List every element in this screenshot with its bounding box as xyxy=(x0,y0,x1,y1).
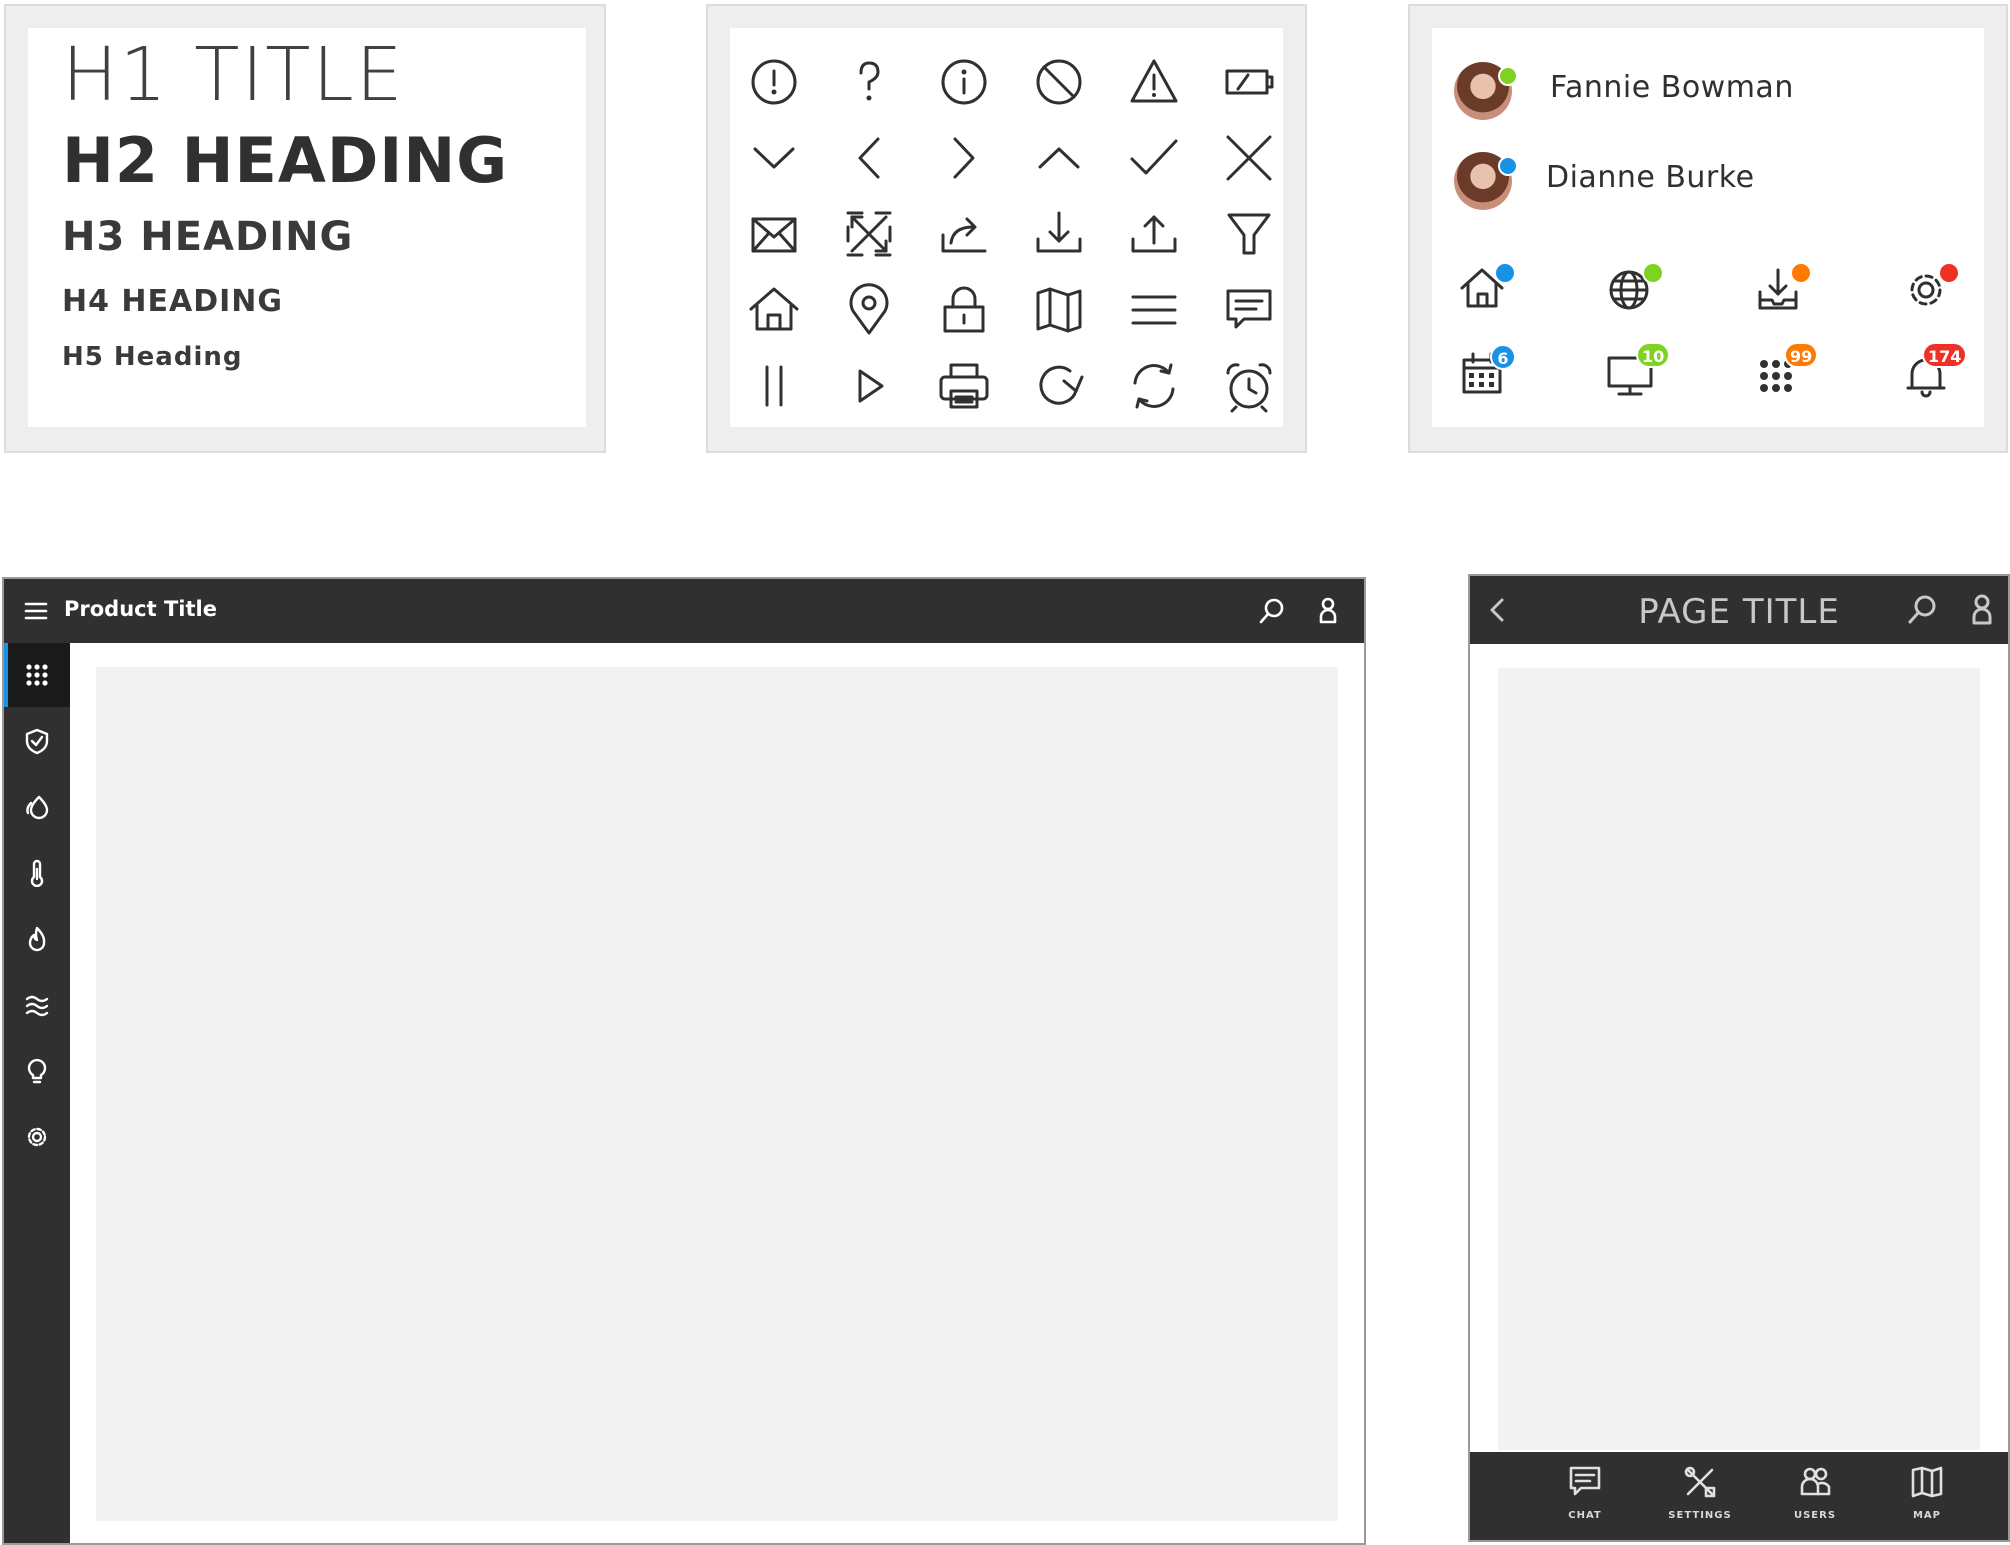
nav-label-map: MAP xyxy=(1912,1510,1942,1521)
pause-icon xyxy=(739,351,809,421)
nav-label-settings: SETTINGS xyxy=(1668,1510,1732,1521)
mobile-shell: PAGE TITLE CHAT SETTINGS USERS MAP xyxy=(1468,574,2010,1542)
status-dot xyxy=(1642,262,1664,284)
sidebar-item-settings[interactable] xyxy=(4,1105,70,1169)
users-icon xyxy=(1800,1467,1831,1496)
share-icon xyxy=(929,199,999,269)
typography-card: H1 TITLE H2 HEADING H3 HEADING H4 HEADIN… xyxy=(4,4,606,453)
user-icon[interactable] xyxy=(1310,593,1346,629)
play-icon xyxy=(834,351,904,421)
icon-grid-card-body xyxy=(730,28,1283,427)
h2-heading: H2 HEADING xyxy=(62,124,509,197)
refresh-icon xyxy=(1119,351,1189,421)
h5-heading: H5 Heading xyxy=(62,342,243,372)
hamburger-menu-icon[interactable] xyxy=(18,593,54,629)
h1-title: H1 TITLE xyxy=(62,32,405,118)
nav-label-chat: CHAT xyxy=(1568,1510,1602,1521)
warning-icon xyxy=(1119,47,1189,117)
location-pin-icon xyxy=(834,275,904,345)
home-icon xyxy=(739,275,809,345)
status-dot xyxy=(1790,262,1812,284)
notification-badge: 99 xyxy=(1784,342,1819,368)
alarm-clock-icon xyxy=(1214,351,1284,421)
filter-icon xyxy=(1214,199,1284,269)
redo-icon xyxy=(1024,351,1094,421)
menu-icon xyxy=(1119,275,1189,345)
product-title: Product Title xyxy=(64,597,217,621)
lock-icon xyxy=(929,275,999,345)
status-dot xyxy=(1494,262,1516,284)
sidebar-item-energy[interactable] xyxy=(4,775,70,839)
main-content-area xyxy=(96,667,1338,1521)
user-name: Fannie Bowman xyxy=(1550,70,1794,105)
nav-item-chat[interactable]: CHAT xyxy=(1530,1462,1640,1534)
settings-icon xyxy=(1684,1466,1716,1498)
map-icon xyxy=(1911,1466,1943,1498)
notification-badge: 174 xyxy=(1922,342,1968,368)
status-dot xyxy=(1938,262,1960,284)
alert-icon xyxy=(739,47,809,117)
map-icon xyxy=(1024,275,1094,345)
sidebar-item-fire[interactable] xyxy=(4,907,70,971)
h3-heading: H3 HEADING xyxy=(62,214,354,260)
chevron-up-icon xyxy=(1024,123,1094,193)
online-status-dot xyxy=(1498,66,1518,86)
close-icon xyxy=(1214,123,1284,193)
chat-icon xyxy=(1569,1466,1601,1496)
check-icon xyxy=(1119,123,1189,193)
sidebar-item-water[interactable] xyxy=(4,973,70,1037)
mobile-header: PAGE TITLE xyxy=(1470,576,2008,644)
chevron-down-icon xyxy=(739,123,809,193)
profile-badges-card: Fannie Bowman Dianne Burke 6 10 99 174 xyxy=(1408,4,2008,453)
info-icon xyxy=(929,47,999,117)
search-icon[interactable] xyxy=(1254,593,1290,629)
sidebar-item-lighting[interactable] xyxy=(4,1039,70,1103)
notification-badge: 10 xyxy=(1636,342,1671,368)
nav-label-users: USERS xyxy=(1793,1510,1837,1521)
sidebar xyxy=(4,643,70,1543)
user-name: Dianne Burke xyxy=(1546,160,1755,195)
away-status-dot xyxy=(1498,156,1518,176)
nav-item-map[interactable]: MAP xyxy=(1872,1462,1982,1534)
notification-badge: 6 xyxy=(1490,344,1516,370)
sidebar-item-apps[interactable] xyxy=(4,643,70,707)
mobile-bottom-nav: CHAT SETTINGS USERS MAP xyxy=(1470,1452,2008,1540)
upload-icon xyxy=(1119,199,1189,269)
download-icon xyxy=(1024,199,1094,269)
search-icon[interactable] xyxy=(1902,590,1942,630)
chevron-right-icon xyxy=(929,123,999,193)
app-header: Product Title xyxy=(4,579,1364,643)
desktop-shell: Product Title xyxy=(2,577,1366,1545)
print-icon xyxy=(929,351,999,421)
sidebar-item-temperature[interactable] xyxy=(4,841,70,905)
nav-item-settings[interactable]: SETTINGS xyxy=(1645,1462,1755,1534)
comment-icon xyxy=(1214,275,1284,345)
sidebar-item-security[interactable] xyxy=(4,709,70,773)
prohibited-icon xyxy=(1024,47,1094,117)
h4-heading: H4 HEADING xyxy=(62,284,284,319)
battery-low-icon xyxy=(1214,47,1284,117)
nav-item-users[interactable]: USERS xyxy=(1760,1462,1870,1534)
mobile-content-area xyxy=(1498,668,1980,1450)
chevron-left-icon xyxy=(834,123,904,193)
mail-icon xyxy=(739,199,809,269)
expand-icon xyxy=(834,199,904,269)
icon-grid-card xyxy=(706,4,1307,453)
user-icon[interactable] xyxy=(1962,590,2002,630)
help-icon xyxy=(834,47,904,117)
